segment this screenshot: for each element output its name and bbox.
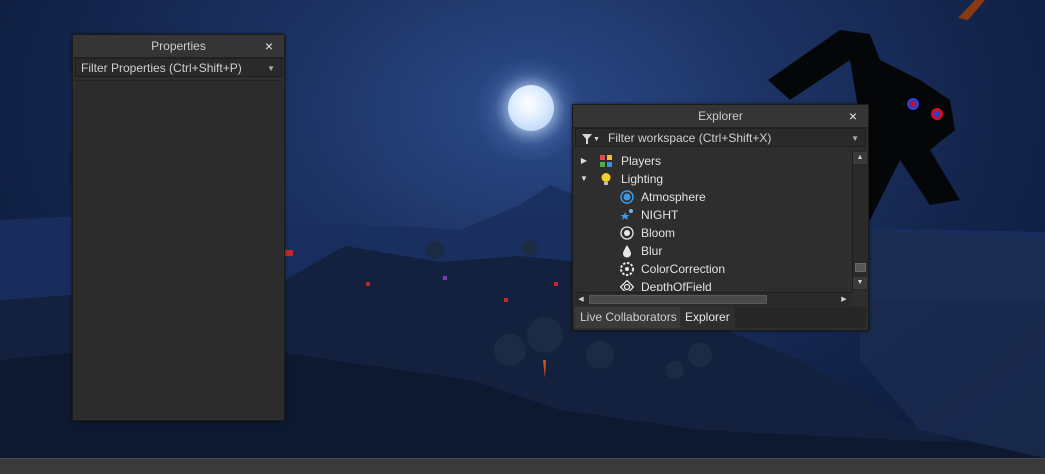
depth-of-field-icon: [619, 279, 635, 291]
scrollbar-thumb[interactable]: [589, 295, 767, 304]
sky-icon: [620, 208, 634, 222]
players-icon: [599, 154, 613, 168]
status-bar: [0, 458, 1045, 474]
tab-explorer[interactable]: Explorer: [680, 307, 735, 328]
expand-arrow-icon[interactable]: ▶: [579, 152, 589, 170]
scroll-down-icon[interactable]: ▼: [853, 277, 867, 289]
scroll-left-icon[interactable]: ◀: [575, 293, 587, 306]
tree-item-colorcorrection[interactable]: ColorCorrection: [575, 260, 852, 278]
explorer-titlebar[interactable]: Explorer: [573, 105, 868, 128]
tree-item-label: Blur: [641, 244, 663, 258]
tree-item-bloom[interactable]: Bloom: [575, 224, 852, 242]
properties-filter-placeholder: Filter Properties (Ctrl+Shift+P): [81, 61, 242, 75]
tree-item-label: Bloom: [641, 226, 676, 240]
tree-item-depthoffield[interactable]: DepthOfField: [575, 278, 852, 291]
lightbulb-icon: [599, 172, 613, 186]
explorer-panel: Explorer × ▼ Filter workspace (Ctrl+Shif…: [572, 104, 869, 331]
properties-title: Properties: [151, 39, 206, 53]
tree-item-label: ColorCorrection: [641, 262, 726, 276]
tab-live-collaborators[interactable]: Live Collaborators: [575, 307, 682, 328]
explorer-vertical-scrollbar[interactable]: ▲ ▼: [852, 150, 867, 291]
tree-item-label: DepthOfField: [641, 280, 712, 291]
tree-item-label: Players: [621, 154, 662, 168]
scroll-up-icon[interactable]: ▲: [853, 152, 867, 164]
explorer-close-icon[interactable]: ×: [846, 105, 860, 127]
scrollbar-thumb[interactable]: [855, 263, 866, 272]
chevron-down-icon[interactable]: ▼: [267, 59, 275, 78]
collapse-arrow-icon[interactable]: ▼: [579, 170, 589, 188]
explorer-filter-input[interactable]: ▼ Filter workspace (Ctrl+Shift+X) ▼: [575, 128, 866, 147]
tree-item-blur[interactable]: Blur: [575, 242, 852, 260]
explorer-tree: ▶ Players ▼ Lighting Atmosphere NIGHT Bl…: [575, 150, 852, 291]
properties-list: [75, 80, 282, 418]
explorer-tabbar: Live Collaborators Explorer: [575, 307, 866, 328]
tree-item-atmosphere[interactable]: Atmosphere: [575, 188, 852, 206]
color-correction-icon: [620, 262, 634, 276]
explorer-horizontal-scrollbar[interactable]: ◀ ▶: [575, 292, 852, 306]
bloom-icon: [620, 226, 634, 240]
chevron-down-icon[interactable]: ▼: [851, 129, 859, 148]
tree-item-players[interactable]: ▶ Players: [575, 152, 852, 170]
tree-item-lighting[interactable]: ▼ Lighting: [575, 170, 852, 188]
funnel-icon[interactable]: [582, 129, 592, 151]
explorer-filter-placeholder: Filter workspace (Ctrl+Shift+X): [608, 131, 772, 145]
tree-item-label: Atmosphere: [641, 190, 706, 204]
properties-panel: Properties × Filter Properties (Ctrl+Shi…: [72, 34, 285, 421]
tree-item-night[interactable]: NIGHT: [575, 206, 852, 224]
explorer-title: Explorer: [698, 109, 743, 123]
filter-dropdown-icon[interactable]: ▼: [593, 130, 600, 149]
properties-filter-input[interactable]: Filter Properties (Ctrl+Shift+P) ▼: [75, 58, 282, 77]
tree-item-label: NIGHT: [641, 208, 679, 222]
properties-titlebar[interactable]: Properties: [73, 35, 284, 58]
atmosphere-icon: [620, 190, 634, 204]
tree-item-label: Lighting: [621, 172, 664, 186]
scroll-right-icon[interactable]: ▶: [838, 293, 850, 306]
properties-close-icon[interactable]: ×: [262, 35, 276, 57]
orange-object: [958, 0, 985, 20]
blur-icon: [620, 244, 634, 258]
